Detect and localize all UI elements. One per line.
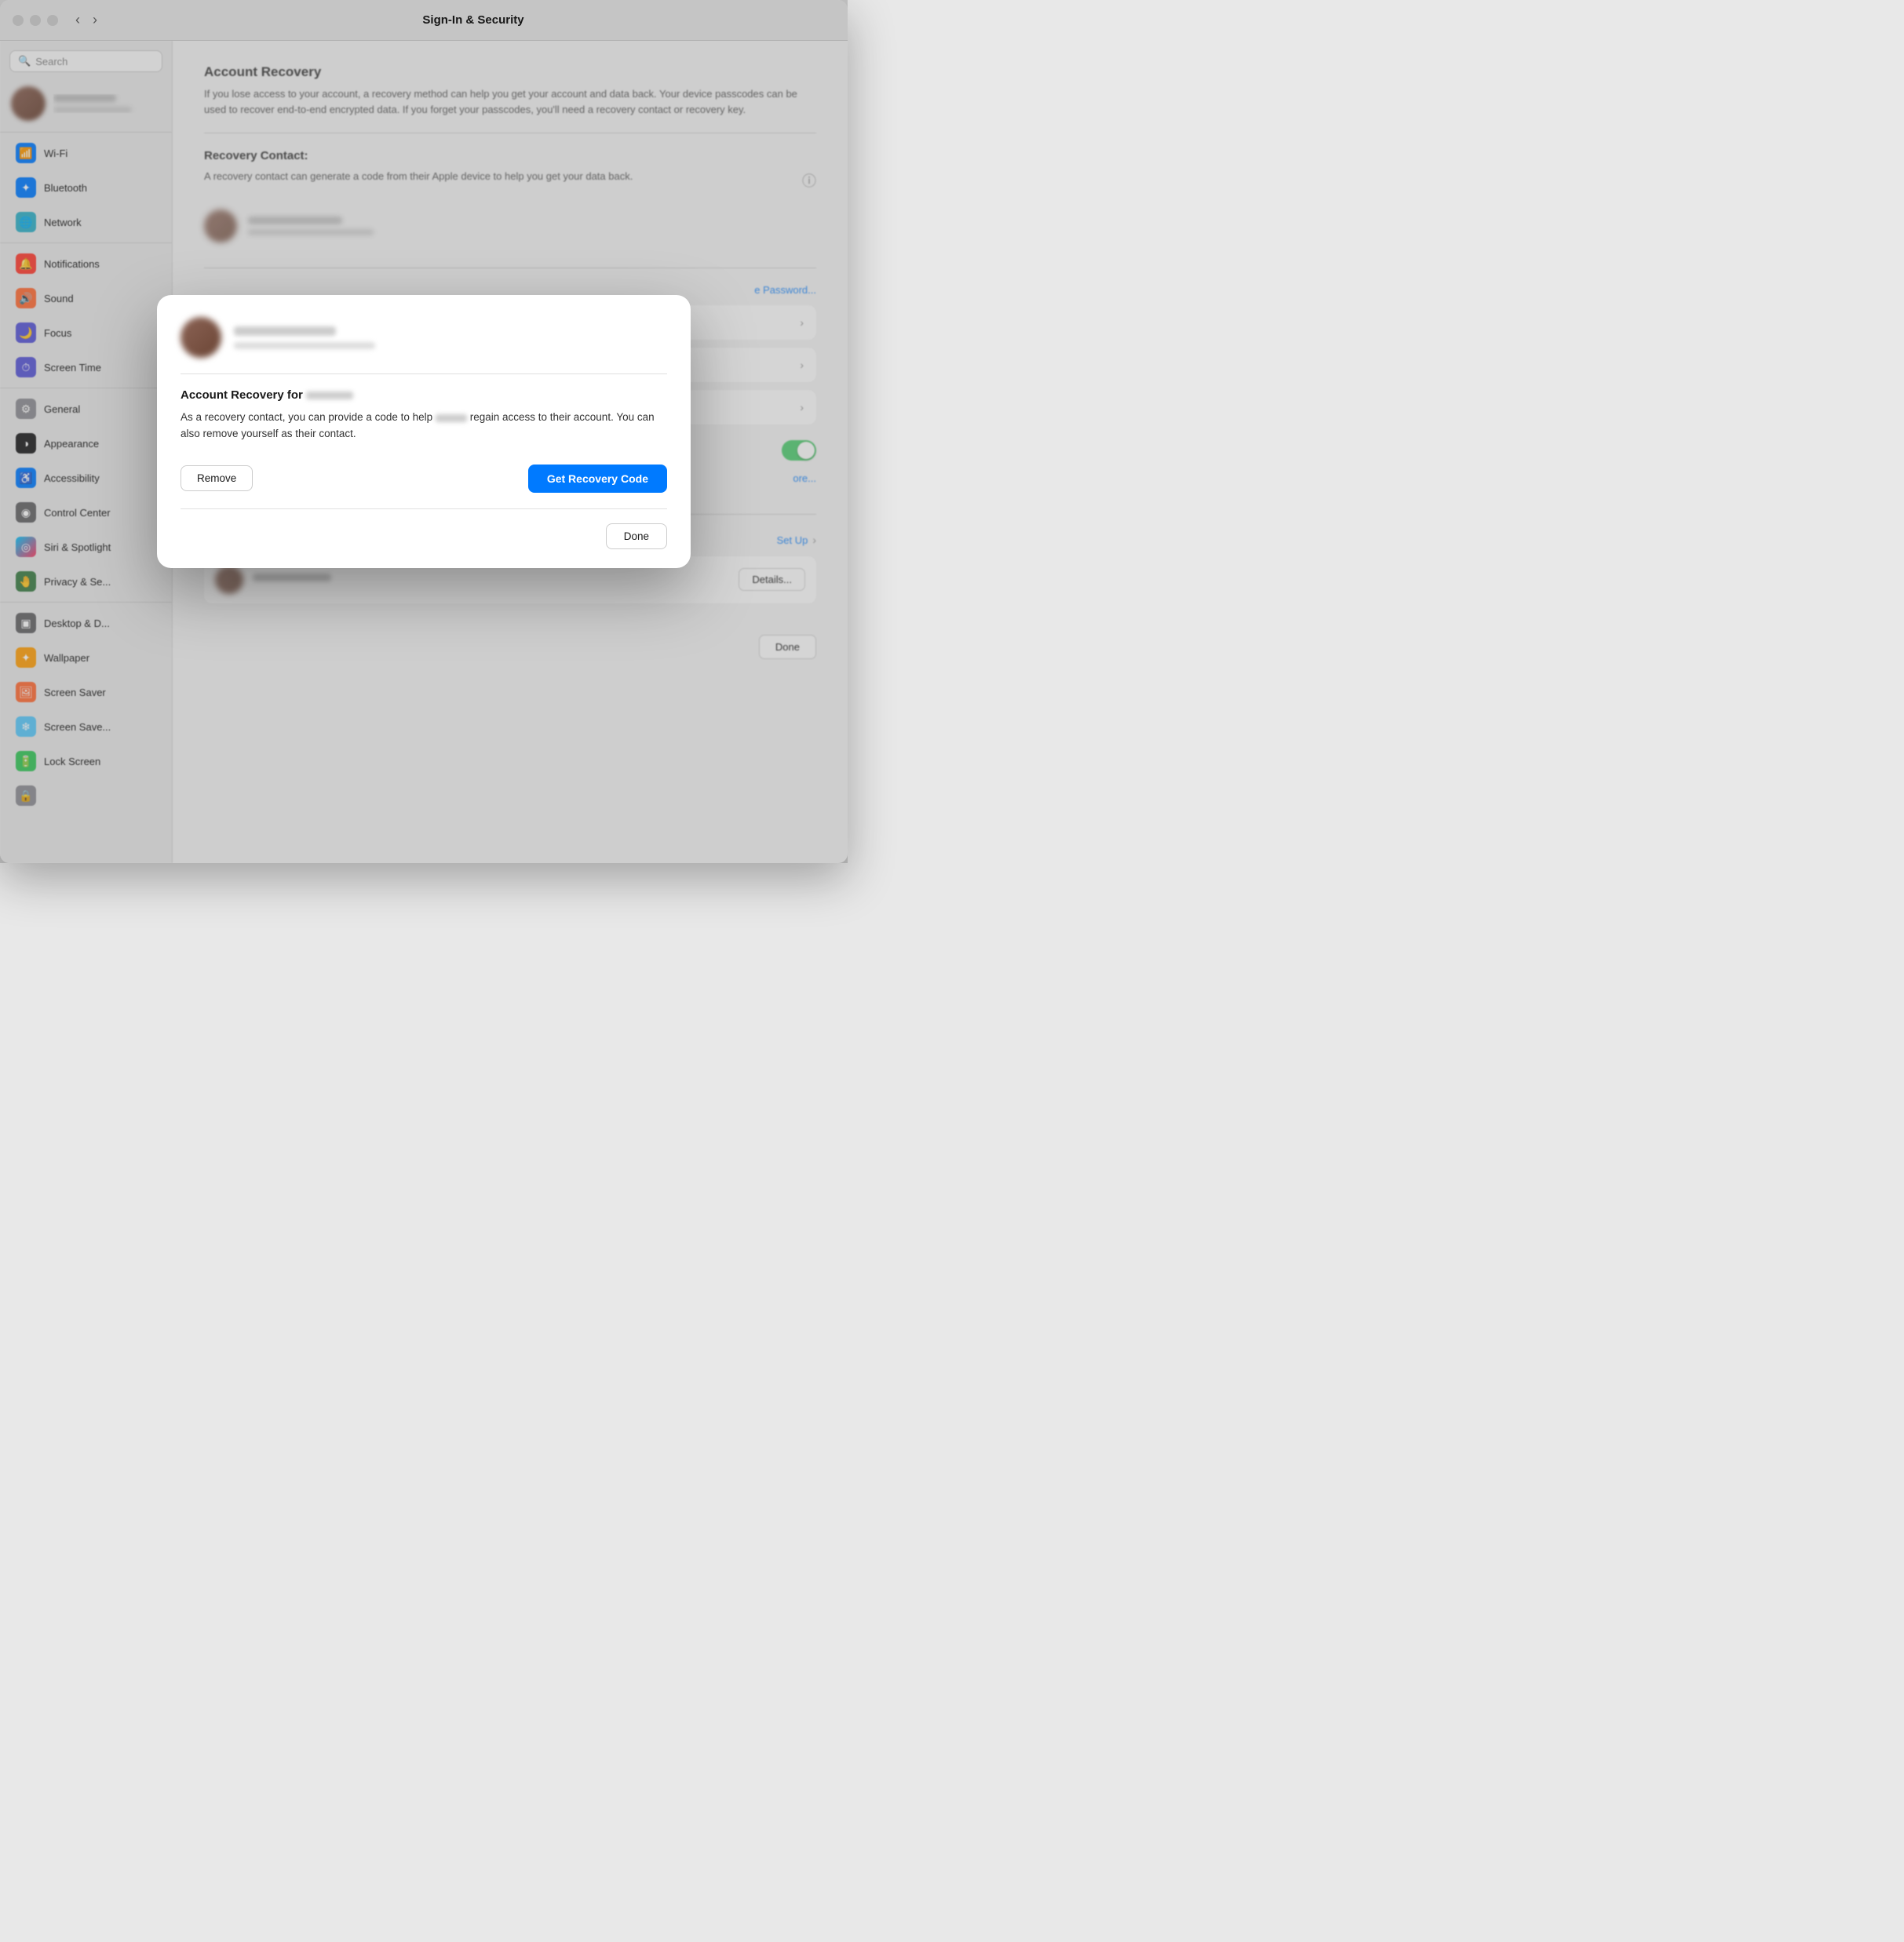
- modal-contact-row: [181, 317, 667, 358]
- modal-desc-name: [436, 414, 467, 422]
- modal-divider: [181, 373, 667, 374]
- modal-desc-line1: As a recovery contact, you can provide a…: [181, 411, 432, 423]
- modal-actions: Remove Get Recovery Code: [181, 465, 667, 493]
- modal-name-bar: [234, 326, 336, 336]
- main-window: ‹ › Sign-In & Security 🔍 Search: [0, 0, 848, 863]
- modal-divider-2: [181, 508, 667, 509]
- modal-email-bar: [234, 342, 375, 349]
- modal-footer: Done: [181, 523, 667, 549]
- modal-contact-details: [234, 326, 375, 349]
- modal-title-prefix: Account Recovery for: [181, 388, 303, 402]
- remove-button[interactable]: Remove: [181, 465, 253, 491]
- get-recovery-code-button[interactable]: Get Recovery Code: [528, 465, 667, 493]
- modal-overlay: Account Recovery for As a recovery conta…: [0, 0, 848, 863]
- modal-contact-avatar: [181, 317, 221, 358]
- modal-done-button[interactable]: Done: [606, 523, 667, 549]
- modal-dialog: Account Recovery for As a recovery conta…: [157, 295, 691, 568]
- modal-section-title: Account Recovery for: [181, 388, 667, 402]
- modal-desc: As a recovery contact, you can provide a…: [181, 410, 667, 443]
- modal-name-inline: [306, 392, 353, 399]
